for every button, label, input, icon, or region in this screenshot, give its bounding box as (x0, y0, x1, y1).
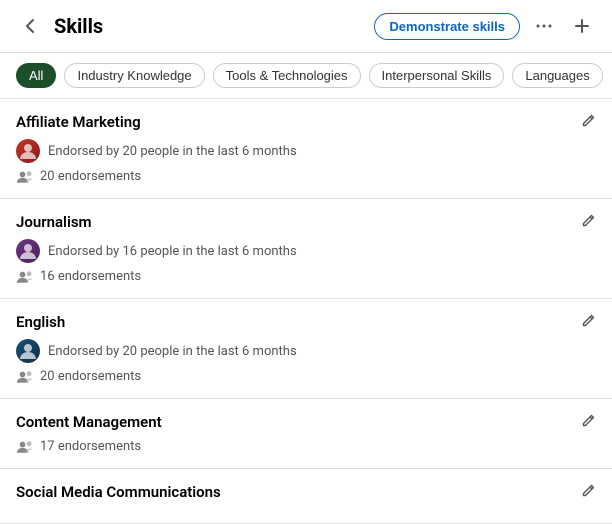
group-icon (16, 370, 34, 384)
edit-icon (580, 313, 596, 329)
skill-name: Affiliate Marketing (16, 113, 596, 131)
skill-name: English (16, 313, 596, 331)
more-icon (534, 16, 554, 36)
endorsement-count: 16 endorsements (40, 269, 141, 284)
user-icon (16, 339, 40, 363)
skill-name: Content Management (16, 413, 596, 431)
endorsement-text: Endorsed by 20 people in the last 6 mont… (48, 144, 297, 159)
edit-skill-button[interactable] (580, 113, 596, 133)
user-icon (16, 139, 40, 163)
edit-skill-button[interactable] (580, 313, 596, 333)
skill-name: Journalism (16, 213, 596, 231)
filter-tab-tools-technologies[interactable]: Tools & Technologies (213, 63, 361, 88)
group-icon (16, 440, 34, 454)
demonstrate-skills-button[interactable]: Demonstrate skills (374, 13, 520, 40)
endorsement-text: Endorsed by 16 people in the last 6 mont… (48, 244, 297, 259)
header-actions: Demonstrate skills (374, 12, 596, 40)
people-icon (16, 170, 34, 184)
edit-skill-button[interactable] (580, 213, 596, 233)
edit-icon (580, 413, 596, 429)
page-title: Skills (54, 14, 364, 38)
edit-icon (580, 483, 596, 499)
endorsement-count-row: 20 endorsements (16, 169, 596, 184)
endorsement-count: 17 endorsements (40, 439, 141, 454)
add-icon (572, 16, 592, 36)
endorsement-row: Endorsed by 20 people in the last 6 mont… (16, 339, 596, 363)
skill-item: Journalism Endorsed by 16 people in the … (0, 199, 612, 299)
people-icon (16, 270, 34, 284)
back-icon (20, 16, 40, 36)
edit-icon (580, 113, 596, 129)
avatar (16, 239, 40, 263)
edit-skill-button[interactable] (580, 483, 596, 503)
add-skill-button[interactable] (568, 12, 596, 40)
endorsement-count: 20 endorsements (40, 169, 141, 184)
skill-item: Content Management 17 endorsements (0, 399, 612, 469)
more-options-button[interactable] (530, 12, 558, 40)
endorsement-row: Endorsed by 20 people in the last 6 mont… (16, 139, 596, 163)
user-icon (16, 239, 40, 263)
avatar (16, 139, 40, 163)
filter-tab-languages[interactable]: Languages (512, 63, 602, 88)
group-icon (16, 270, 34, 284)
skill-name: Social Media Communications (16, 483, 596, 501)
edit-icon (580, 213, 596, 229)
filter-tabs: All Industry Knowledge Tools & Technologie… (0, 53, 612, 99)
skill-item: English Endorsed by 20 people in the las… (0, 299, 612, 399)
endorsement-count-row: 17 endorsements (16, 439, 596, 454)
group-icon (16, 170, 34, 184)
filter-tab-interpersonal-skills[interactable]: Interpersonal Skills (369, 63, 505, 88)
endorsement-count-row: 20 endorsements (16, 369, 596, 384)
people-icon (16, 370, 34, 384)
people-icon (16, 440, 34, 454)
endorsement-text: Endorsed by 20 people in the last 6 mont… (48, 344, 297, 359)
endorsement-count-row: 16 endorsements (16, 269, 596, 284)
edit-skill-button[interactable] (580, 413, 596, 433)
endorsement-count: 20 endorsements (40, 369, 141, 384)
endorsement-row: Endorsed by 16 people in the last 6 mont… (16, 239, 596, 263)
skill-item: Social Media Communications (0, 469, 612, 524)
filter-tab-all[interactable]: All (16, 63, 56, 88)
skills-list: Affiliate Marketing Endorsed by 20 peopl… (0, 99, 612, 524)
skill-item: Affiliate Marketing Endorsed by 20 peopl… (0, 99, 612, 199)
back-button[interactable] (16, 12, 44, 40)
header: Skills Demonstrate skills (0, 0, 612, 53)
avatar (16, 339, 40, 363)
filter-tab-industry-knowledge[interactable]: Industry Knowledge (64, 63, 204, 88)
